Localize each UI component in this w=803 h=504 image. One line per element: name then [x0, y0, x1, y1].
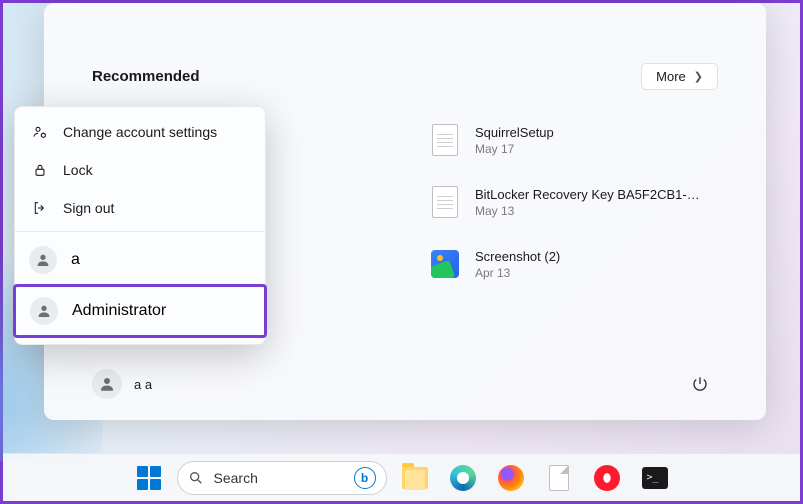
document-button[interactable] — [539, 458, 579, 498]
edge-button[interactable] — [443, 458, 483, 498]
switch-user-a[interactable]: a — [15, 236, 265, 284]
recommended-item[interactable]: Screenshot (2) Apr 13 — [425, 244, 718, 284]
user-name-label: a a — [134, 377, 152, 392]
terminal-icon: >_ — [642, 467, 668, 489]
switch-user-administrator[interactable]: Administrator — [13, 284, 267, 338]
menu-separator — [15, 231, 265, 232]
chevron-right-icon: ❯ — [694, 70, 703, 83]
recommended-header: Recommended More ❯ — [92, 63, 718, 90]
sign-out-item[interactable]: Sign out — [15, 189, 265, 227]
file-date: May 13 — [475, 204, 700, 218]
search-icon — [188, 470, 204, 486]
user-context-menu: Change account settings Lock Sign out a … — [14, 106, 266, 345]
search-placeholder: Search — [214, 470, 344, 486]
user-gear-icon — [31, 123, 49, 141]
terminal-button[interactable]: >_ — [635, 458, 675, 498]
start-button[interactable] — [129, 458, 169, 498]
file-name: SquirrelSetup — [475, 125, 554, 140]
current-user-button[interactable]: a a — [92, 369, 152, 399]
edge-icon — [450, 465, 476, 491]
firefox-button[interactable] — [491, 458, 531, 498]
lock-icon — [31, 161, 49, 179]
user-bar: a a — [92, 366, 718, 402]
taskbar: Search b >_ — [3, 453, 800, 501]
menu-item-label: Sign out — [63, 200, 114, 216]
user-label: a — [71, 251, 80, 269]
file-icon — [429, 186, 461, 218]
menu-item-label: Change account settings — [63, 124, 217, 140]
file-name: Screenshot (2) — [475, 249, 560, 264]
avatar-icon — [92, 369, 122, 399]
file-name: BitLocker Recovery Key BA5F2CB1-… — [475, 187, 700, 202]
bing-icon: b — [354, 467, 376, 489]
more-button[interactable]: More ❯ — [641, 63, 718, 90]
photo-icon — [429, 248, 461, 280]
recommended-title: Recommended — [92, 68, 200, 85]
opera-button[interactable] — [587, 458, 627, 498]
power-button[interactable] — [682, 366, 718, 402]
lock-item[interactable]: Lock — [15, 151, 265, 189]
avatar-icon — [30, 297, 58, 325]
user-label: Administrator — [72, 302, 166, 320]
change-account-settings-item[interactable]: Change account settings — [15, 113, 265, 151]
file-date: Apr 13 — [475, 266, 560, 280]
file-date: May 17 — [475, 142, 554, 156]
folder-icon — [402, 467, 428, 489]
firefox-icon — [498, 465, 524, 491]
file-icon — [429, 124, 461, 156]
recommended-item[interactable]: BitLocker Recovery Key BA5F2CB1-… May 13 — [425, 182, 718, 222]
taskbar-search[interactable]: Search b — [177, 461, 387, 495]
recommended-item[interactable]: SquirrelSetup May 17 — [425, 120, 718, 160]
file-explorer-button[interactable] — [395, 458, 435, 498]
sign-out-icon — [31, 199, 49, 217]
page-icon — [549, 465, 569, 491]
menu-item-label: Lock — [63, 162, 93, 178]
windows-logo-icon — [137, 466, 161, 490]
avatar-icon — [29, 246, 57, 274]
opera-icon — [594, 465, 620, 491]
more-label: More — [656, 69, 686, 84]
